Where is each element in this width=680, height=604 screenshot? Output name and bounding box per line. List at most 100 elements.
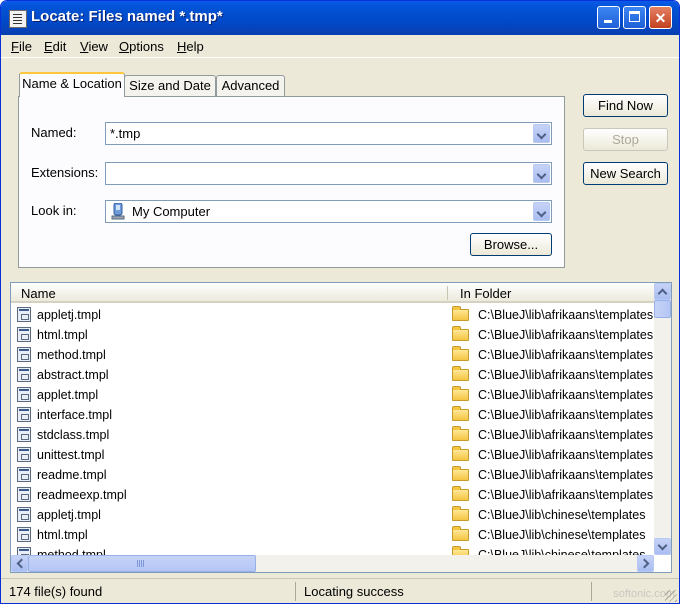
look-in-value: My Computer <box>132 204 211 219</box>
named-label: Named: <box>31 125 77 140</box>
minimize-button[interactable] <box>597 6 620 29</box>
folder-icon <box>452 426 469 441</box>
template-file-icon <box>17 427 31 442</box>
browse-button[interactable]: Browse... <box>470 233 552 256</box>
vertical-scroll-thumb[interactable] <box>654 300 671 318</box>
title-bar[interactable]: Locate: Files named *.tmp* ✕ <box>1 1 679 35</box>
folder-icon <box>452 526 469 541</box>
menu-file[interactable]: File <box>11 39 32 54</box>
table-row[interactable]: appletj.tmpl C:\BlueJ\lib\afrikaans\templ… <box>11 305 654 325</box>
horizontal-scrollbar[interactable] <box>11 555 654 572</box>
look-in-label: Look in: <box>31 203 77 218</box>
table-row[interactable]: unittest.tmpl C:\BlueJ\lib\afrikaans\temp… <box>11 445 654 465</box>
menu-bar: File Edit View Options Help <box>1 35 679 58</box>
template-file-icon <box>17 327 31 342</box>
status-file-count: 174 file(s) found <box>9 584 103 599</box>
file-name: method.tmpl <box>37 348 106 362</box>
table-row[interactable]: html.tmpl C:\BlueJ\lib\afrikaans\template… <box>11 325 654 345</box>
locate-window: Locate: Files named *.tmp* ✕ File Edit V… <box>0 0 680 604</box>
chevron-down-icon[interactable] <box>533 124 550 143</box>
column-in-folder[interactable]: In Folder <box>460 286 511 301</box>
template-file-icon <box>17 527 31 542</box>
tab-advanced[interactable]: Advanced <box>216 75 285 96</box>
status-divider <box>295 582 296 601</box>
named-value: *.tmp <box>110 126 141 141</box>
new-search-button[interactable]: New Search <box>583 162 668 185</box>
stop-button[interactable]: Stop <box>583 128 668 151</box>
file-name: unittest.tmpl <box>37 448 105 462</box>
horizontal-scroll-thumb[interactable] <box>28 555 256 572</box>
table-row[interactable]: readme.tmpl C:\BlueJ\lib\afrikaans\templa… <box>11 465 654 485</box>
folder-icon <box>452 346 469 361</box>
folder-icon <box>452 366 469 381</box>
scroll-right-icon[interactable] <box>637 555 654 572</box>
maximize-icon <box>629 11 640 22</box>
folder-icon <box>452 306 469 321</box>
template-file-icon <box>17 507 31 522</box>
menu-options[interactable]: Options <box>119 39 164 54</box>
table-row[interactable]: applet.tmpl C:\BlueJ\lib\afrikaans\templa… <box>11 385 654 405</box>
folder-path: C:\BlueJ\lib\afrikaans\templates <box>478 428 654 442</box>
file-name: appletj.tmpl <box>37 508 101 522</box>
find-now-button[interactable]: Find Now <box>583 94 668 117</box>
template-file-icon <box>17 487 31 502</box>
folder-path: C:\BlueJ\lib\afrikaans\templates <box>478 348 654 362</box>
template-file-icon <box>17 367 31 382</box>
table-row[interactable]: stdclass.tmpl C:\BlueJ\lib\afrikaans\temp… <box>11 425 654 445</box>
table-row[interactable]: html.tmpl C:\BlueJ\lib\chinese\templates <box>11 525 654 545</box>
file-name: appletj.tmpl <box>37 308 101 322</box>
folder-icon <box>452 446 469 461</box>
folder-icon <box>452 466 469 481</box>
template-file-icon <box>17 307 31 322</box>
my-computer-icon <box>111 203 125 220</box>
scroll-up-icon[interactable] <box>654 283 671 300</box>
window-title: Locate: Files named *.tmp* <box>31 8 223 25</box>
template-file-icon <box>17 347 31 362</box>
named-combo[interactable]: *.tmp <box>105 122 552 145</box>
folder-path: C:\BlueJ\lib\chinese\templates <box>478 528 646 542</box>
folder-path: C:\BlueJ\lib\afrikaans\templates <box>478 408 654 422</box>
table-row[interactable]: method.tmpl C:\BlueJ\lib\afrikaans\templa… <box>11 345 654 365</box>
extensions-combo[interactable] <box>105 162 552 185</box>
vertical-scrollbar[interactable] <box>654 283 671 555</box>
tab-name-location[interactable]: Name & Location <box>19 72 125 97</box>
folder-path: C:\BlueJ\lib\afrikaans\templates <box>478 388 654 402</box>
tab-size-date[interactable]: Size and Date <box>124 75 216 96</box>
minimize-icon <box>604 20 612 23</box>
file-name: html.tmpl <box>37 528 88 542</box>
chevron-down-icon[interactable] <box>533 164 550 183</box>
column-name[interactable]: Name <box>21 286 56 301</box>
status-divider <box>591 582 592 601</box>
scroll-left-icon[interactable] <box>11 555 28 572</box>
resize-grip[interactable] <box>665 590 677 602</box>
template-file-icon <box>17 467 31 482</box>
folder-path: C:\BlueJ\lib\afrikaans\templates <box>478 328 654 342</box>
template-file-icon <box>17 387 31 402</box>
template-file-icon <box>17 447 31 462</box>
folder-icon <box>452 386 469 401</box>
folder-path: C:\BlueJ\lib\afrikaans\templates <box>478 368 654 382</box>
look-in-combo[interactable]: My Computer <box>105 200 552 223</box>
table-row[interactable]: appletj.tmpl C:\BlueJ\lib\chinese\templat… <box>11 505 654 525</box>
folder-path: C:\BlueJ\lib\afrikaans\templates <box>478 448 654 462</box>
file-name: html.tmpl <box>37 328 88 342</box>
file-name: readme.tmpl <box>37 468 107 482</box>
table-row[interactable]: interface.tmpl C:\BlueJ\lib\afrikaans\tem… <box>11 405 654 425</box>
table-row[interactable]: abstract.tmpl C:\BlueJ\lib\afrikaans\temp… <box>11 365 654 385</box>
maximize-button[interactable] <box>623 6 646 29</box>
results-list[interactable]: Name In Folder appletj.tmpl C:\BlueJ\lib\… <box>10 282 672 573</box>
folder-path: C:\BlueJ\lib\chinese\templates <box>478 508 646 522</box>
menu-edit[interactable]: Edit <box>44 39 66 54</box>
close-button[interactable]: ✕ <box>649 6 672 29</box>
file-name: interface.tmpl <box>37 408 113 422</box>
table-row[interactable]: readmeexp.tmpl C:\BlueJ\lib\afrikaans\tem… <box>11 485 654 505</box>
folder-path: C:\BlueJ\lib\afrikaans\templates <box>478 308 654 322</box>
file-name: stdclass.tmpl <box>37 428 110 442</box>
chevron-down-icon[interactable] <box>533 202 550 221</box>
menu-help[interactable]: Help <box>177 39 204 54</box>
folder-icon <box>452 406 469 421</box>
status-message: Locating success <box>304 584 404 599</box>
column-divider[interactable] <box>447 286 448 300</box>
menu-view[interactable]: View <box>80 39 108 54</box>
scroll-down-icon[interactable] <box>654 538 671 555</box>
